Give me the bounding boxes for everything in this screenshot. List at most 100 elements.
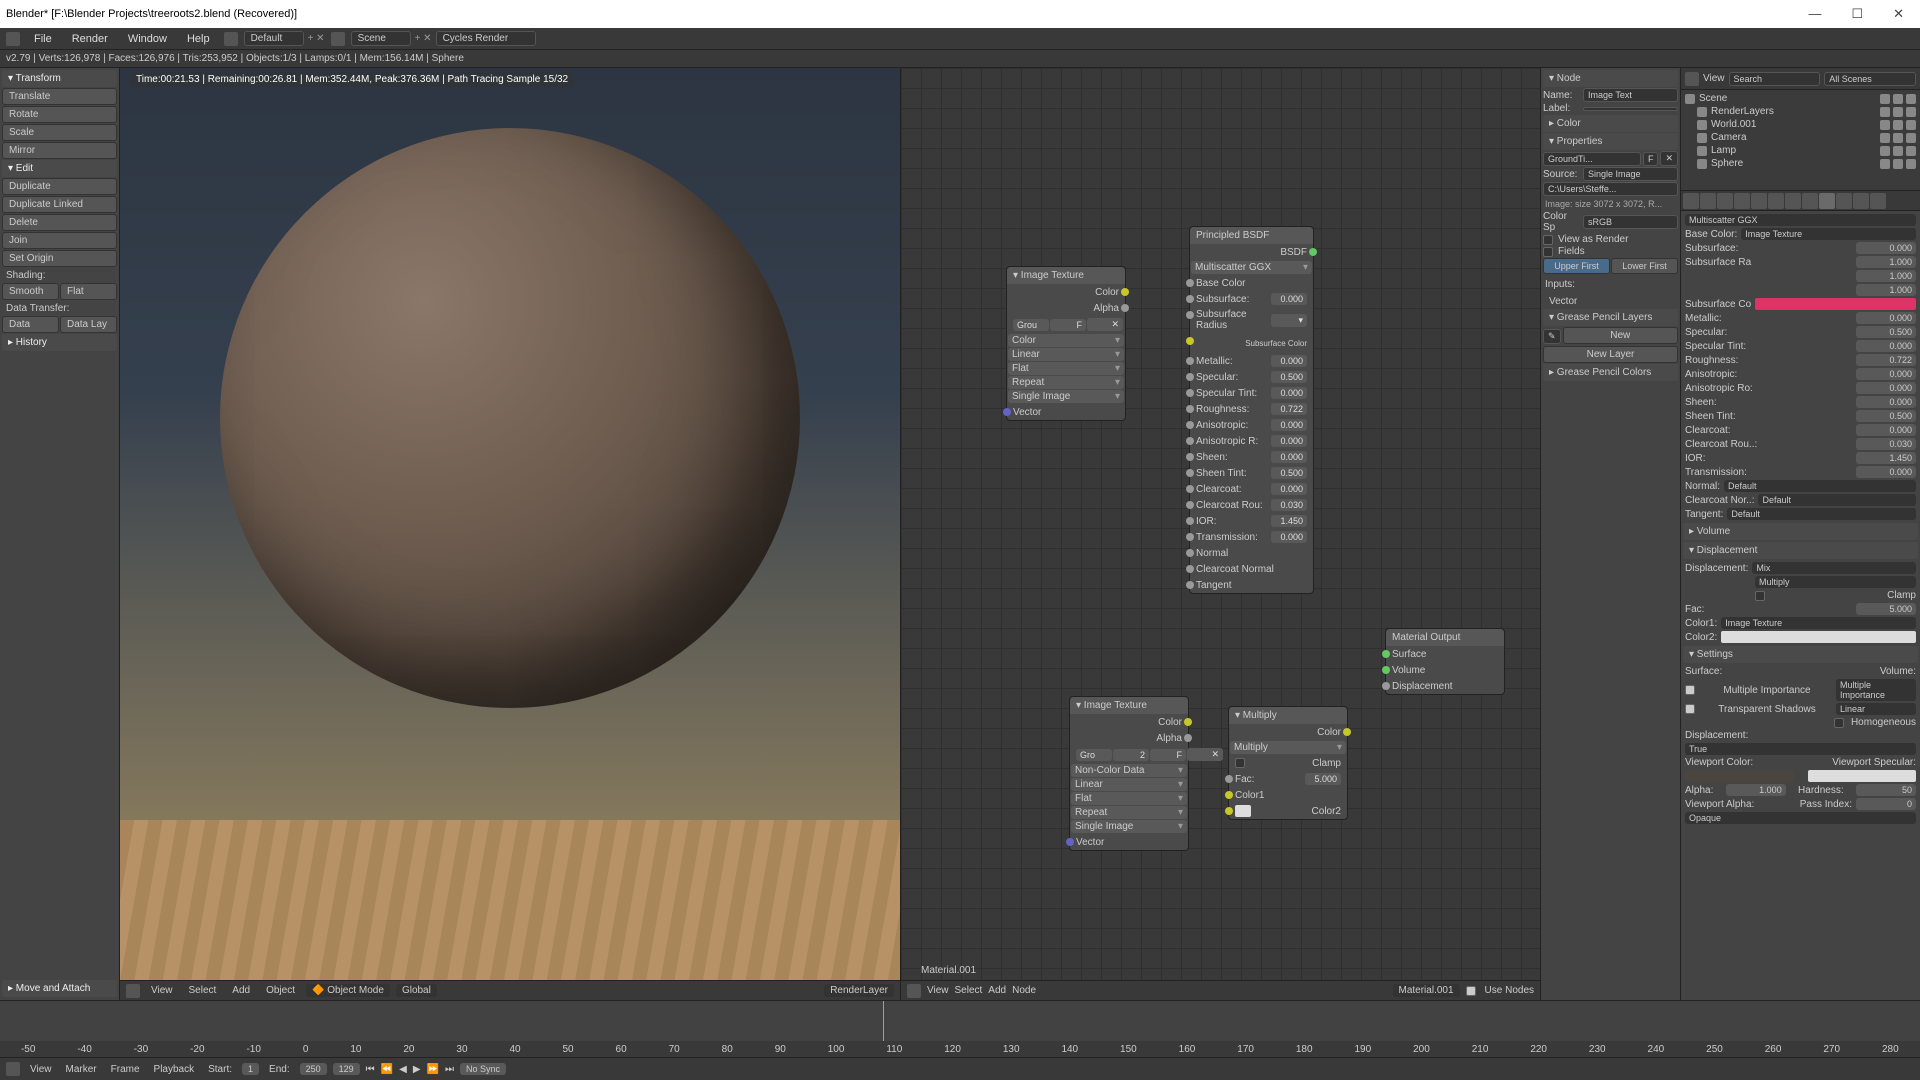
disp-sel[interactable]: Mix xyxy=(1752,562,1916,574)
tab-material-icon[interactable] xyxy=(1819,193,1835,209)
duplicate-button[interactable]: Duplicate xyxy=(2,178,117,195)
tab-modifiers-icon[interactable] xyxy=(1785,193,1801,209)
play-icon[interactable]: ▶ xyxy=(413,1064,421,1075)
ne-node[interactable]: Node xyxy=(1012,985,1036,996)
tl-marker[interactable]: Marker xyxy=(62,1063,101,1076)
gp-new-btn[interactable]: New xyxy=(1563,327,1678,344)
ne-select[interactable]: Select xyxy=(955,985,983,996)
tab-render-icon[interactable] xyxy=(1683,193,1699,209)
play-rev-icon[interactable]: ◀ xyxy=(399,1064,407,1075)
disp-method-sel[interactable]: True xyxy=(1685,743,1916,755)
transform-header[interactable]: ▾ Transform xyxy=(2,70,117,87)
close-icon[interactable]: ✕ xyxy=(1883,4,1914,24)
vp-object[interactable]: Object xyxy=(261,984,300,997)
ne-view[interactable]: View xyxy=(927,985,949,996)
node-image-texture-2[interactable]: ▾ Image Texture Color Alpha Gro2F✕ Non-C… xyxy=(1069,696,1189,851)
gpc-hdr[interactable]: ▸ Grease Pencil Colors xyxy=(1543,364,1678,381)
scene-selector[interactable]: Scene xyxy=(351,31,411,46)
editor-type-icon[interactable] xyxy=(126,984,140,998)
material-selector[interactable]: Material.001 xyxy=(1393,984,1460,997)
vp-select[interactable]: Select xyxy=(184,984,222,997)
tab-constraints-icon[interactable] xyxy=(1768,193,1784,209)
operator-panel[interactable]: ▸ Move and Attach xyxy=(2,980,117,997)
source-selector[interactable]: Single Image xyxy=(1583,167,1678,181)
vp-spec-swatch[interactable] xyxy=(1808,770,1917,782)
gpl-hdr[interactable]: ▾ Grease Pencil Layers xyxy=(1543,309,1678,326)
timeline-type-icon[interactable] xyxy=(6,1062,20,1076)
viewport-3d[interactable]: Time:00:21.53 | Remaining:00:26.81 | Mem… xyxy=(120,68,900,1000)
tl-playback[interactable]: Playback xyxy=(150,1063,199,1076)
ne-add[interactable]: Add xyxy=(988,985,1006,996)
tab-scene-icon[interactable] xyxy=(1717,193,1733,209)
disp-blend-sel[interactable]: Multiply xyxy=(1755,576,1916,588)
set-origin-button[interactable]: Set Origin xyxy=(2,250,117,267)
menu-help[interactable]: Help xyxy=(179,31,218,47)
tab-particles-icon[interactable] xyxy=(1853,193,1869,209)
duplicate-linked-button[interactable]: Duplicate Linked xyxy=(2,196,117,213)
orientation-selector[interactable]: Global xyxy=(396,984,437,997)
node-principled-bsdf[interactable]: Principled BSDF BSDF Multiscatter GGX▾ B… xyxy=(1189,226,1314,594)
settings-hdr[interactable]: ▾ Settings xyxy=(1683,646,1918,663)
editor-type-icon[interactable] xyxy=(907,984,921,998)
scene-icon[interactable] xyxy=(331,32,345,46)
current-frame-input[interactable]: 129 xyxy=(333,1063,360,1075)
node-name-input[interactable]: Image Text xyxy=(1583,88,1678,102)
volume-hdr[interactable]: ▸ Volume xyxy=(1683,523,1918,540)
smooth-button[interactable]: Smooth xyxy=(2,283,59,300)
vp-color-swatch[interactable] xyxy=(1685,770,1794,782)
gp-newlayer-btn[interactable]: New Layer xyxy=(1543,346,1678,363)
tab-data-icon[interactable] xyxy=(1802,193,1818,209)
distribution-sel[interactable]: Multiscatter GGX xyxy=(1685,214,1916,226)
outliner-view[interactable]: View xyxy=(1703,73,1725,84)
image-datablock[interactable]: GroundTi... xyxy=(1543,152,1641,166)
lower-first-btn[interactable]: Lower First xyxy=(1611,258,1678,274)
colorspace-selector[interactable]: sRGB xyxy=(1583,215,1678,229)
transp-shadow-check[interactable]: Transparent Shadows xyxy=(1718,704,1815,715)
outliner-filter[interactable]: All Scenes xyxy=(1824,72,1916,86)
start-frame-input[interactable]: 1 xyxy=(242,1063,259,1075)
n-color-hdr[interactable]: ▸ Color xyxy=(1543,115,1678,132)
node-material-output[interactable]: Material Output Surface Volume Displacem… xyxy=(1385,628,1505,695)
delete-button[interactable]: Delete xyxy=(2,214,117,231)
keyframe-next-icon[interactable]: ⏩ xyxy=(427,1064,439,1075)
tab-world-icon[interactable] xyxy=(1734,193,1750,209)
data-button[interactable]: Data xyxy=(2,316,59,333)
end-frame-input[interactable]: 250 xyxy=(300,1063,327,1075)
layout-selector[interactable]: Default xyxy=(244,31,304,46)
color2-swatch[interactable] xyxy=(1721,631,1916,643)
tab-physics-icon[interactable] xyxy=(1870,193,1886,209)
homog-check[interactable]: Homogeneous xyxy=(1851,717,1916,728)
outliner-search[interactable]: Search xyxy=(1729,72,1821,86)
n-props-hdr[interactable]: ▾ Properties xyxy=(1543,133,1678,150)
menu-window[interactable]: Window xyxy=(120,31,175,47)
maximize-icon[interactable]: ☐ xyxy=(1841,4,1873,24)
outliner-tree[interactable]: SceneRenderLayersWorld.001CameraLampSphe… xyxy=(1681,90,1920,190)
flat-button[interactable]: Flat xyxy=(60,283,117,300)
tab-texture-icon[interactable] xyxy=(1836,193,1852,209)
mi-surf-check[interactable]: Multiple Importance xyxy=(1723,685,1810,696)
view-as-render-check[interactable]: View as Render xyxy=(1558,234,1628,245)
tl-view[interactable]: View xyxy=(26,1063,56,1076)
scale-button[interactable]: Scale xyxy=(2,124,117,141)
node-editor[interactable]: ▾ Image Texture Color Alpha GrouF✕ Color… xyxy=(900,68,1540,1000)
fields-check[interactable]: Fields xyxy=(1558,246,1585,257)
keyframe-prev-icon[interactable]: ⏪ xyxy=(381,1064,393,1075)
disp-hdr[interactable]: ▾ Displacement xyxy=(1683,542,1918,559)
jump-end-icon[interactable]: ⏭ xyxy=(445,1064,454,1075)
datalay-button[interactable]: Data Lay xyxy=(60,316,117,333)
menu-file[interactable]: File xyxy=(26,31,60,47)
node-image-texture-1[interactable]: ▾ Image Texture Color Alpha GrouF✕ Color… xyxy=(1006,266,1126,421)
menu-render[interactable]: Render xyxy=(64,31,116,47)
node-multiply[interactable]: ▾ Multiply Color Multiply▾ Clamp Fac:5.0… xyxy=(1228,706,1348,820)
clamp-check[interactable]: Clamp xyxy=(1887,590,1916,601)
blend-mode-sel[interactable]: Opaque xyxy=(1685,812,1916,824)
engine-selector[interactable]: Cycles Render xyxy=(436,31,536,46)
image-path[interactable]: C:\Users\Steffe... xyxy=(1543,182,1678,196)
rotate-button[interactable]: Rotate xyxy=(2,106,117,123)
mirror-button[interactable]: Mirror xyxy=(2,142,117,159)
edit-header[interactable]: ▾ Edit xyxy=(2,160,117,177)
vp-add[interactable]: Add xyxy=(227,984,255,997)
outliner-type-icon[interactable] xyxy=(1685,72,1699,86)
tab-renderlayers-icon[interactable] xyxy=(1700,193,1716,209)
jump-start-icon[interactable]: ⏮ xyxy=(366,1064,375,1075)
